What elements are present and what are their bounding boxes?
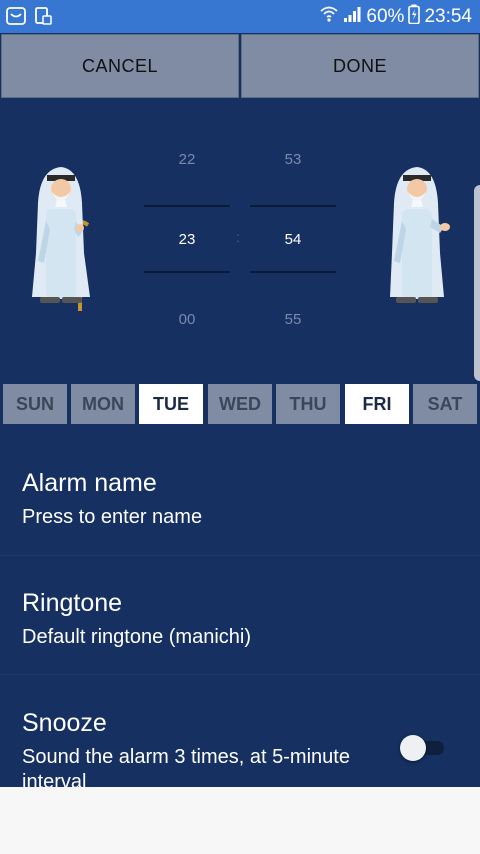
minute-current[interactable]: 54 — [250, 231, 336, 248]
day-toggle-sat[interactable]: SAT — [413, 384, 477, 424]
divider — [0, 674, 480, 675]
day-toggle-tue[interactable]: TUE — [139, 384, 203, 424]
snooze-toggle-thumb — [400, 735, 426, 761]
day-toggle-sun[interactable]: SUN — [3, 384, 67, 424]
minute-picker[interactable]: 53 54 55 — [250, 145, 336, 330]
hour-picker[interactable]: 22 23 00 — [144, 145, 230, 330]
day-toggle-wed[interactable]: WED — [208, 384, 272, 424]
ringtone-setting[interactable]: Ringtone Default ringtone (manichi) — [0, 573, 480, 673]
minute-selection-divider-top — [250, 205, 336, 207]
alarm-editor: CANCEL DONE 22 23 00: 53 54 55 SUN MON … — [0, 33, 480, 787]
battery-icon — [408, 4, 421, 30]
hour-selection-divider-bottom — [144, 271, 230, 273]
cancel-button[interactable]: CANCEL — [1, 34, 239, 98]
minute-selection-divider-bottom — [250, 271, 336, 273]
signal-icon — [342, 5, 362, 29]
alarm-name-setting[interactable]: Alarm name Press to enter name — [0, 453, 480, 553]
day-toggle-mon[interactable]: MON — [71, 384, 135, 424]
bottom-blank-area — [0, 787, 480, 854]
done-button[interactable]: DONE — [241, 34, 479, 98]
hour-selection-divider-top — [144, 205, 230, 207]
day-toggle-thu[interactable]: THU — [276, 384, 340, 424]
old-man-with-cane-illustration — [28, 163, 94, 315]
screenshot-notification-icon — [34, 7, 52, 25]
snooze-title: Snooze — [22, 709, 107, 737]
clock-time: 23:54 — [424, 6, 472, 27]
hour-previous[interactable]: 22 — [144, 151, 230, 168]
alarm-name-subtitle: Press to enter name — [22, 506, 203, 528]
scrollbar[interactable] — [474, 185, 480, 381]
battery-percent: 60% — [366, 6, 405, 27]
hour-current[interactable]: 23 — [144, 231, 230, 248]
ringtone-title: Ringtone — [22, 589, 123, 617]
weekday-selector: SUN MON TUE WED THU FRI SAT — [0, 384, 480, 424]
snooze-toggle[interactable] — [398, 733, 448, 763]
divider — [0, 555, 480, 556]
wifi-icon — [320, 5, 339, 29]
time-separator: : — [236, 229, 240, 245]
email-notification-icon — [6, 7, 26, 25]
minute-previous[interactable]: 53 — [250, 151, 336, 168]
ringtone-subtitle: Default ringtone (manichi) — [22, 626, 251, 648]
status-bar: 60% 23:54 — [0, 0, 480, 33]
minute-next[interactable]: 55 — [250, 311, 336, 328]
hour-next[interactable]: 00 — [144, 311, 230, 328]
old-man-waving-illustration — [384, 163, 450, 315]
day-toggle-fri[interactable]: FRI — [345, 384, 409, 424]
alarm-name-title: Alarm name — [22, 469, 157, 497]
snooze-subtitle: Sound the alarm 3 times, at 5-minute int… — [22, 746, 350, 787]
